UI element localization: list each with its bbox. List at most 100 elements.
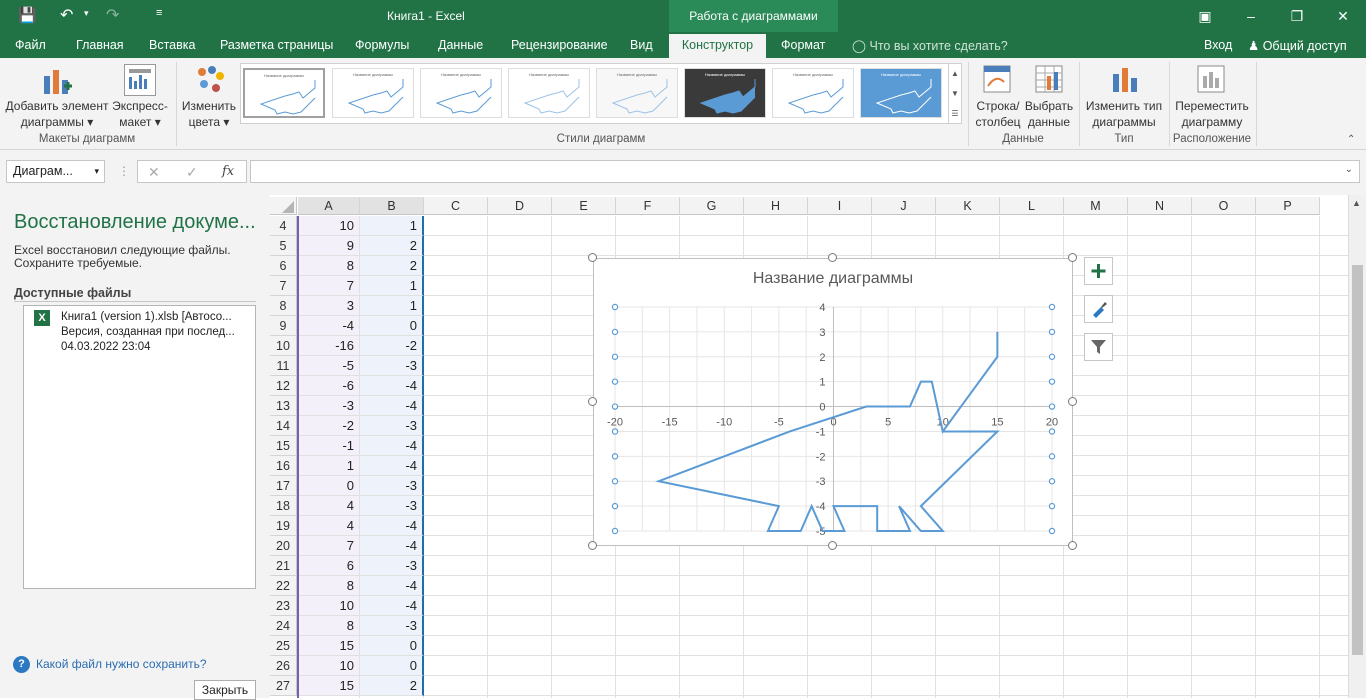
cell-a[interactable]: -6 bbox=[298, 376, 360, 396]
recovered-file-item[interactable]: X Книга1 (version 1).xlsb [Автосо... Вер… bbox=[24, 306, 255, 356]
row-header[interactable]: 8 bbox=[270, 296, 297, 316]
chart-elements-button[interactable] bbox=[1084, 257, 1113, 285]
cell-b[interactable]: -3 bbox=[360, 416, 424, 436]
column-header-c[interactable]: C bbox=[424, 197, 488, 215]
row-header[interactable]: 27 bbox=[270, 676, 297, 696]
cell-a[interactable]: 4 bbox=[298, 516, 360, 536]
row-header[interactable]: 26 bbox=[270, 656, 297, 676]
chart-resize-handle[interactable] bbox=[1068, 253, 1077, 262]
cell-b[interactable]: 0 bbox=[360, 656, 424, 676]
cell-b[interactable]: -4 bbox=[360, 396, 424, 416]
column-header-o[interactable]: O bbox=[1192, 197, 1256, 215]
chart-style-8[interactable]: Название диаграммы bbox=[860, 68, 942, 118]
cell-a[interactable]: 0 bbox=[298, 476, 360, 496]
row-header[interactable]: 20 bbox=[270, 536, 297, 556]
name-box[interactable]: Диаграм... ▾ bbox=[6, 160, 105, 183]
insert-function-icon[interactable]: fx bbox=[222, 164, 234, 179]
cell-b[interactable]: 1 bbox=[360, 296, 424, 316]
chart-resize-handle[interactable] bbox=[828, 541, 837, 550]
row-header[interactable]: 21 bbox=[270, 556, 297, 576]
cell-a[interactable]: 3 bbox=[298, 296, 360, 316]
chart-styles-button[interactable] bbox=[1084, 295, 1113, 323]
column-header-l[interactable]: L bbox=[1000, 197, 1064, 215]
cell-b[interactable]: -4 bbox=[360, 456, 424, 476]
tab-format[interactable]: Формат bbox=[781, 38, 825, 52]
cell-b[interactable]: 2 bbox=[360, 676, 424, 696]
cell-a[interactable]: 6 bbox=[298, 556, 360, 576]
column-header-f[interactable]: F bbox=[616, 197, 680, 215]
undo-icon[interactable]: ↶ bbox=[60, 5, 73, 25]
row-header[interactable]: 13 bbox=[270, 396, 297, 416]
column-header-e[interactable]: E bbox=[552, 197, 616, 215]
cell-a[interactable]: 15 bbox=[298, 676, 360, 696]
chart-style-2[interactable]: Название диаграммы bbox=[332, 68, 414, 118]
chart-style-3[interactable]: Название диаграммы bbox=[420, 68, 502, 118]
expand-formula-icon[interactable]: ⌄ bbox=[1345, 164, 1353, 175]
column-header-j[interactable]: J bbox=[872, 197, 936, 215]
row-header[interactable]: 18 bbox=[270, 496, 297, 516]
minimize-button[interactable]: – bbox=[1228, 0, 1274, 32]
chart-resize-handle[interactable] bbox=[1068, 541, 1077, 550]
tab-formulas[interactable]: Формулы bbox=[355, 38, 409, 52]
cell-a[interactable]: 8 bbox=[298, 576, 360, 596]
cell-b[interactable]: -3 bbox=[360, 356, 424, 376]
row-header[interactable]: 16 bbox=[270, 456, 297, 476]
move-chart-button[interactable]: Переместить диаграмму bbox=[1170, 98, 1254, 130]
change-chart-type-button[interactable]: Изменить тип диаграммы bbox=[1080, 98, 1168, 130]
cell-b[interactable]: 1 bbox=[360, 276, 424, 296]
row-header[interactable]: 24 bbox=[270, 616, 297, 636]
ribbon-display-icon[interactable]: ▣ bbox=[1182, 0, 1228, 32]
cell-b[interactable]: -3 bbox=[360, 496, 424, 516]
chart-resize-handle[interactable] bbox=[588, 541, 597, 550]
cell-b[interactable]: -2 bbox=[360, 336, 424, 356]
gallery-up-icon[interactable]: ▲ bbox=[951, 69, 959, 78]
row-header[interactable]: 15 bbox=[270, 436, 297, 456]
cell-b[interactable]: 0 bbox=[360, 636, 424, 656]
tab-insert[interactable]: Вставка bbox=[149, 38, 195, 52]
cell-a[interactable]: 10 bbox=[298, 216, 360, 236]
cell-b[interactable]: 1 bbox=[360, 216, 424, 236]
cell-a[interactable]: -2 bbox=[298, 416, 360, 436]
formula-input[interactable]: ⌄ bbox=[250, 160, 1360, 183]
scroll-up-icon[interactable]: ▲ bbox=[1352, 198, 1361, 208]
scroll-thumb[interactable] bbox=[1352, 265, 1363, 655]
tab-view[interactable]: Вид bbox=[630, 38, 653, 52]
undo-dropdown-icon[interactable]: ▾ bbox=[84, 8, 89, 19]
row-header[interactable]: 14 bbox=[270, 416, 297, 436]
chart-style-1[interactable]: Название диаграммы bbox=[243, 68, 325, 118]
row-header[interactable]: 11 bbox=[270, 356, 297, 376]
column-header-n[interactable]: N bbox=[1128, 197, 1192, 215]
cell-b[interactable]: 2 bbox=[360, 256, 424, 276]
cell-b[interactable]: -4 bbox=[360, 436, 424, 456]
cell-a[interactable]: 7 bbox=[298, 276, 360, 296]
cell-a[interactable]: 1 bbox=[298, 456, 360, 476]
chart-style-5[interactable]: Название диаграммы bbox=[596, 68, 678, 118]
row-header[interactable]: 10 bbox=[270, 336, 297, 356]
cell-b[interactable]: -4 bbox=[360, 516, 424, 536]
switch-row-column-button[interactable]: Строка/столбец bbox=[972, 98, 1024, 130]
chart-resize-handle[interactable] bbox=[588, 253, 597, 262]
chart-plot[interactable]: -20 -15 -10 -5 0 5 10 15 2043210-1-2-3-4-5 bbox=[594, 259, 1072, 545]
cell-a[interactable]: -4 bbox=[298, 316, 360, 336]
column-header-i[interactable]: I bbox=[808, 197, 872, 215]
cell-a[interactable]: 4 bbox=[298, 496, 360, 516]
cell-b[interactable]: -4 bbox=[360, 536, 424, 556]
row-header[interactable]: 19 bbox=[270, 516, 297, 536]
column-header-a[interactable]: A bbox=[298, 197, 360, 215]
cell-a[interactable]: 7 bbox=[298, 536, 360, 556]
chart-resize-handle[interactable] bbox=[1068, 397, 1077, 406]
cell-b[interactable]: -4 bbox=[360, 576, 424, 596]
name-box-dropdown-icon[interactable]: ▾ bbox=[94, 161, 99, 182]
cell-a[interactable]: -3 bbox=[298, 396, 360, 416]
cell-a[interactable]: -5 bbox=[298, 356, 360, 376]
restore-button[interactable]: ❐ bbox=[1274, 0, 1320, 32]
tab-file[interactable]: Файл bbox=[15, 38, 46, 52]
row-header[interactable]: 17 bbox=[270, 476, 297, 496]
customize-qat-icon[interactable]: ≡ bbox=[156, 7, 162, 19]
row-header[interactable]: 5 bbox=[270, 236, 297, 256]
cell-a[interactable]: 8 bbox=[298, 616, 360, 636]
chart-filters-button[interactable] bbox=[1084, 333, 1113, 361]
column-header-m[interactable]: M bbox=[1064, 197, 1128, 215]
column-header-b[interactable]: B bbox=[360, 197, 424, 215]
cell-b[interactable]: 2 bbox=[360, 236, 424, 256]
